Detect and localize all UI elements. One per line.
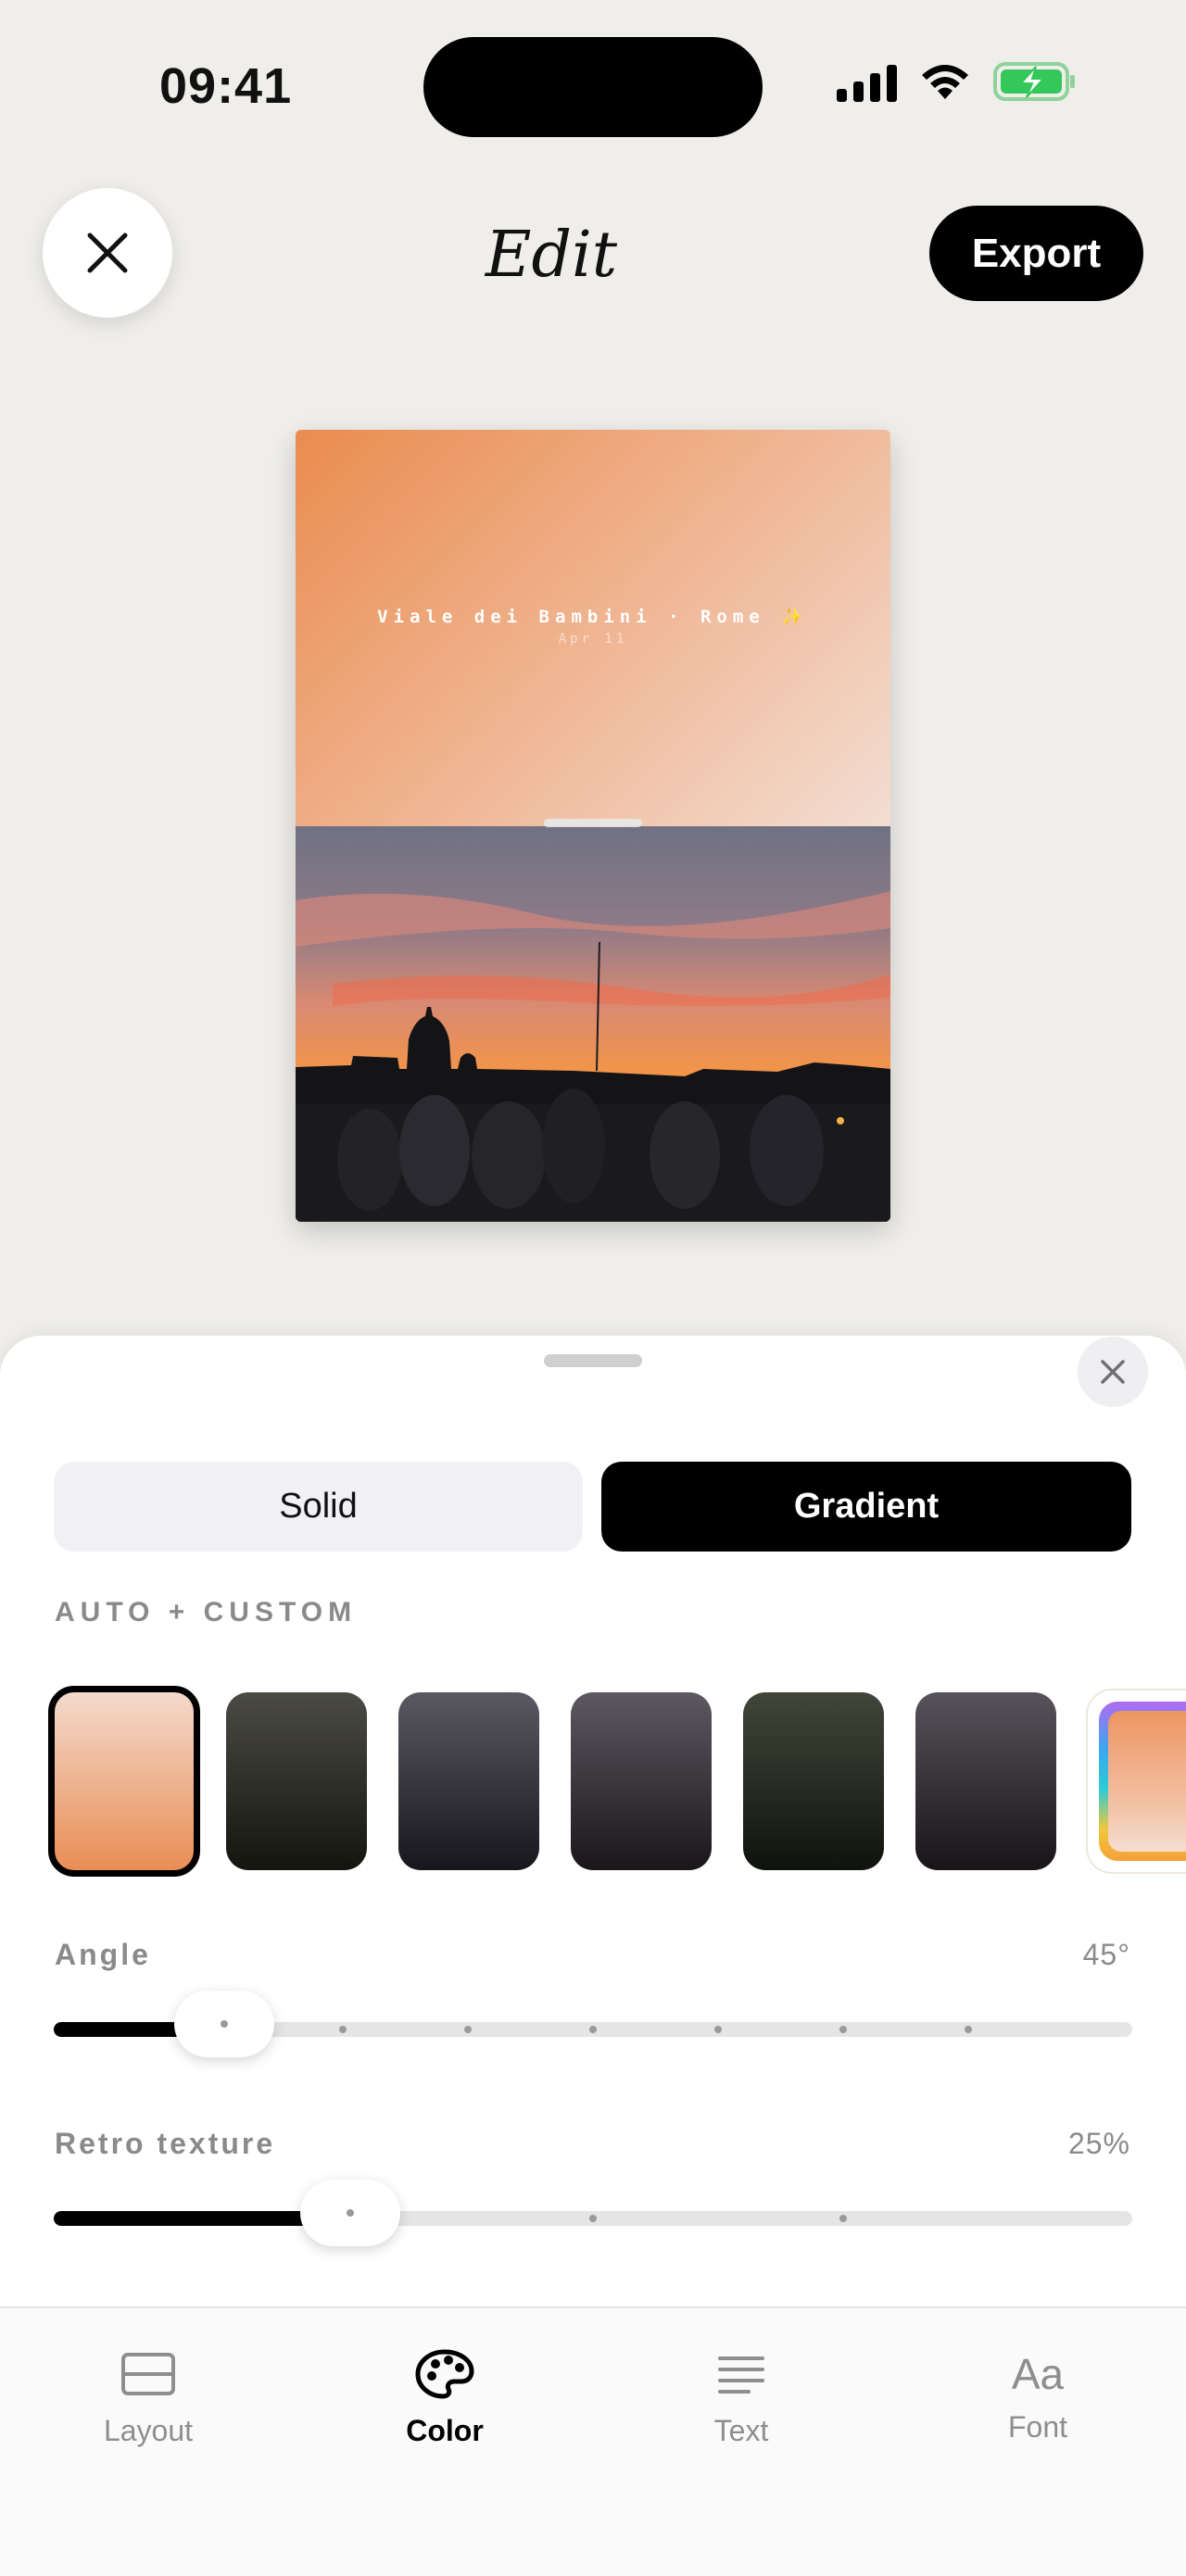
card-resize-handle[interactable] [544,819,642,827]
palette-icon [415,2349,474,2399]
slider-tick [839,2215,847,2222]
slider-tick [589,2026,597,2033]
slider-tick [464,2026,472,2033]
tab-layout[interactable]: Layout [46,2347,250,2448]
retro-texture-value: 25% [1067,2127,1130,2160]
card-date[interactable]: Apr 11 [296,632,890,647]
slider-tick [589,2215,597,2222]
swatch-peach[interactable] [48,1686,200,1877]
panel-close-button[interactable] [1078,1337,1148,1407]
retro-texture-label: Retro texture [55,2127,276,2160]
sheet-grabber[interactable] [544,1354,642,1367]
export-button[interactable]: Export [929,206,1143,301]
angle-slider[interactable] [54,1991,1132,2057]
swatch-mauve-gray[interactable] [915,1692,1056,1870]
tab-font[interactable]: Aa Font [936,2347,1140,2444]
card-gradient-area[interactable]: Viale dei Bambini · Rome ✨ Apr 11 [296,430,890,826]
tab-color[interactable]: Color [343,2347,547,2448]
slider-tick [339,2026,347,2033]
slider-tick [714,2026,722,2033]
swatch-forest[interactable] [743,1692,884,1870]
layout-icon [121,2353,175,2395]
wifi-icon [922,65,968,99]
swatch-olive-dark[interactable] [226,1692,367,1870]
slider-tick [965,2026,972,2033]
retro-texture-slider-thumb[interactable] [300,2180,401,2246]
retro-texture-slider[interactable] [54,2180,1132,2246]
dynamic-island [423,37,763,137]
custom-gradient-swatch[interactable] [1088,1690,1186,1872]
tab-text[interactable]: Text [639,2347,843,2448]
status-time: 09:41 [159,58,293,114]
solid-tab[interactable]: Solid [54,1462,583,1552]
swatch-slate[interactable] [398,1692,539,1870]
angle-slider-thumb[interactable] [173,1991,274,2057]
card-photo[interactable] [296,826,890,1222]
swatch-plum-gray[interactable] [571,1692,712,1870]
card-preview[interactable]: Viale dei Bambini · Rome ✨ Apr 11 [296,430,890,1222]
tab-layout-label: Layout [103,2414,194,2447]
gradient-tab[interactable]: Gradient [601,1462,1131,1552]
custom-gradient-preview [1108,1711,1186,1852]
angle-value: 45° [1082,1938,1130,1971]
status-icons [837,61,1077,102]
close-icon [1101,1360,1125,1384]
tab-color-label: Color [406,2414,484,2447]
slider-tick [839,2026,847,2033]
angle-label: Angle [55,1938,151,1971]
tab-font-label: Font [1007,2410,1068,2444]
card-caption[interactable]: Viale dei Bambini · Rome ✨ [296,606,890,627]
section-label: AUTO + CUSTOM [55,1597,358,1627]
tab-text-label: Text [713,2414,769,2447]
cellular-signal-icon [837,61,897,102]
text-lines-icon [718,2356,764,2394]
battery-charging-icon [993,62,1075,101]
font-icon: Aa [1011,2350,1065,2398]
